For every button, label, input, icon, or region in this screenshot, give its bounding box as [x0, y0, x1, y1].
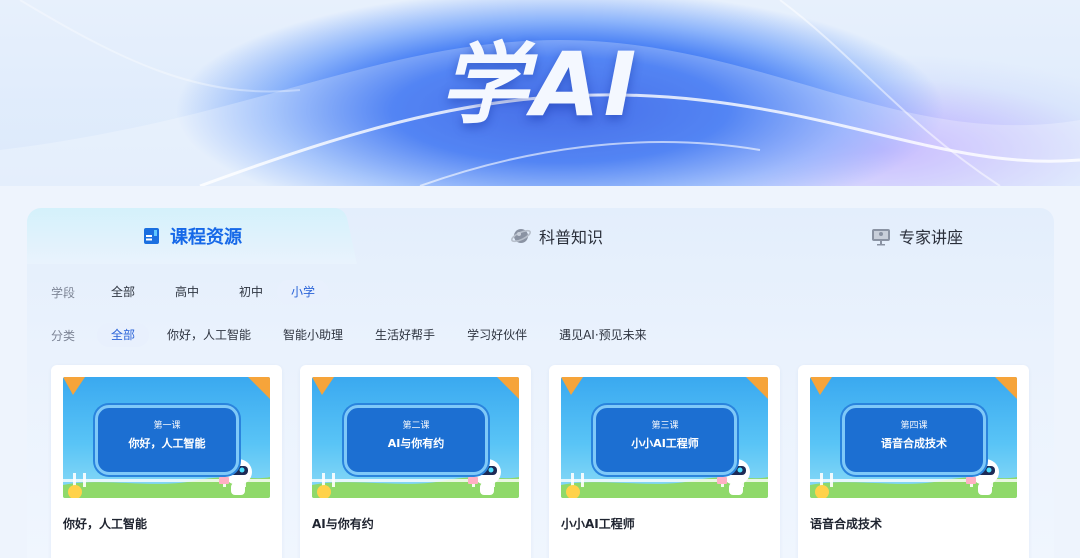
- tab-label: 专家讲座: [898, 228, 963, 247]
- course-thumbnail: 第四课 语音合成技术: [810, 377, 1017, 498]
- stage-option-high-school[interactable]: 高中: [161, 280, 213, 304]
- course-card[interactable]: 第二课 AI与你有约 AI与你有约: [300, 365, 531, 558]
- hero-banner: 学AI: [0, 0, 1080, 186]
- lesson-board-title: 小小AI工程师: [631, 437, 699, 450]
- tab-course-resources[interactable]: 课程资源: [27, 208, 357, 264]
- course-thumbnail: 第一课 你好，人工智能: [63, 377, 270, 498]
- category-option-smart-assistant[interactable]: 智能小助理: [269, 323, 357, 347]
- stage-option-all[interactable]: 全部: [97, 280, 149, 304]
- lecture-screen-icon: [871, 226, 891, 246]
- course-card[interactable]: 第四课 语音合成技术 语音合成技术: [798, 365, 1029, 558]
- course-card[interactable]: 第三课 小小AI工程师 小小AI工程师: [549, 365, 780, 558]
- tab-bar: 课程资源 科普知识 专家讲座: [27, 208, 1054, 264]
- lesson-number: 第一课: [153, 421, 181, 431]
- lesson-board-title: 你好，人工智能: [128, 437, 206, 450]
- lesson-board: 第四课 语音合成技术: [842, 405, 986, 475]
- course-title: AI与你有约: [312, 517, 374, 531]
- course-title: 小小AI工程师: [561, 517, 635, 531]
- lesson-board: 第三课 小小AI工程师: [593, 405, 737, 475]
- course-panel: 课程资源 科普知识 专家讲座 学段 全部 高中 初中 小学 分类 全部 你好，人…: [27, 208, 1054, 558]
- lesson-board-title: AI与你有约: [387, 437, 445, 450]
- stage-option-middle-school[interactable]: 初中: [225, 280, 277, 304]
- tab-label: 科普知识: [538, 228, 603, 247]
- course-title: 语音合成技术: [810, 517, 883, 531]
- tab-science-knowledge[interactable]: 科普知识: [447, 208, 667, 264]
- category-option-study-partner[interactable]: 学习好伙伴: [453, 323, 541, 347]
- lesson-number: 第四课: [900, 421, 928, 431]
- lesson-number: 第二课: [402, 421, 430, 431]
- banner-title: 学AI: [439, 33, 641, 136]
- lesson-board: 第二课 AI与你有约: [344, 405, 488, 475]
- category-filter: 分类 全部 你好，人工智能 智能小助理 生活好帮手 学习好伙伴 遇见AI·预见未…: [51, 322, 661, 348]
- tab-label: 课程资源: [170, 227, 242, 248]
- category-option-all[interactable]: 全部: [97, 323, 150, 347]
- category-option-hello-ai[interactable]: 你好，人工智能: [153, 323, 265, 347]
- planet-icon: [511, 226, 531, 246]
- tab-expert-lectures[interactable]: 专家讲座: [807, 208, 1027, 264]
- course-title: 你好，人工智能: [63, 517, 148, 531]
- category-option-life-helper[interactable]: 生活好帮手: [361, 323, 449, 347]
- stage-filter: 学段 全部 高中 初中 小学: [51, 279, 330, 305]
- book-icon: [142, 226, 162, 246]
- category-option-meet-ai-future[interactable]: 遇见AI·预见未来: [545, 323, 661, 347]
- stage-option-primary-school[interactable]: 小学: [277, 280, 330, 304]
- lesson-board: 第一课 你好，人工智能: [95, 405, 239, 475]
- lesson-board-title: 语音合成技术: [881, 437, 947, 450]
- stage-filter-label: 学段: [51, 285, 76, 300]
- course-thumbnail: 第三课 小小AI工程师: [561, 377, 768, 498]
- course-card[interactable]: 第一课 你好，人工智能 你好，人工智能: [51, 365, 282, 558]
- course-thumbnail: 第二课 AI与你有约: [312, 377, 519, 498]
- lesson-number: 第三课: [651, 421, 679, 431]
- category-filter-label: 分类: [51, 328, 76, 343]
